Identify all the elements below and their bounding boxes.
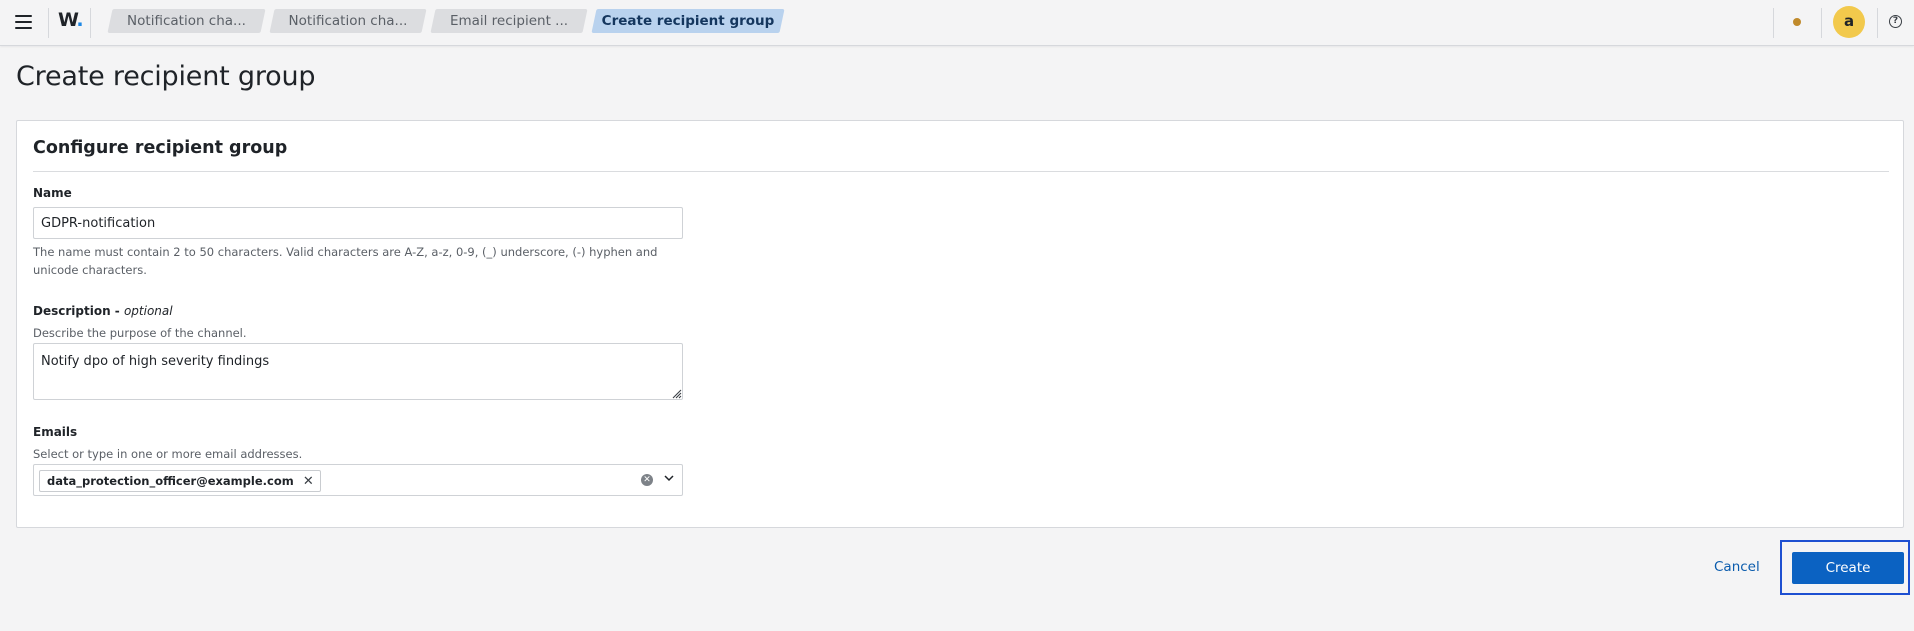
name-hint: The name must contain 2 to 50 characters…: [33, 245, 658, 277]
remove-chip-icon[interactable]: ✕: [303, 472, 314, 492]
panel-title: Configure recipient group: [33, 138, 288, 158]
help-icon[interactable]: ?: [1889, 15, 1902, 28]
email-chip: data_protection_officer@example.com ✕: [39, 470, 321, 492]
name-input[interactable]: [33, 207, 683, 239]
divider: [1821, 8, 1822, 38]
divider: [1773, 8, 1774, 38]
divider: [90, 8, 91, 38]
emails-multiselect[interactable]: data_protection_officer@example.com ✕ ✕: [33, 464, 683, 496]
resize-handle-icon[interactable]: [670, 387, 682, 399]
breadcrumb-notification-channel[interactable]: Notification cha...: [269, 9, 427, 33]
chevron-down-icon[interactable]: [662, 471, 676, 485]
app-logo[interactable]: W.: [58, 9, 84, 31]
description-textarea[interactable]: [33, 343, 683, 400]
name-label: Name: [33, 186, 72, 200]
description-hint: Describe the purpose of the channel.: [33, 326, 247, 340]
divider: [48, 8, 49, 38]
breadcrumb-create-recipient-group: Create recipient group: [591, 9, 785, 33]
cancel-button[interactable]: Cancel: [1714, 559, 1760, 575]
user-avatar[interactable]: a: [1833, 6, 1865, 38]
page-title: Create recipient group: [16, 61, 316, 92]
clear-icon[interactable]: ✕: [641, 474, 653, 486]
breadcrumb-notification-channels[interactable]: Notification cha...: [107, 9, 266, 33]
description-label: Description - optional: [33, 304, 173, 318]
divider: [33, 171, 1889, 172]
create-button[interactable]: Create: [1792, 552, 1904, 584]
divider: [1877, 8, 1878, 38]
status-indicator-icon[interactable]: [1793, 18, 1801, 26]
top-bar: W. Notification cha... Notification cha.…: [0, 0, 1914, 46]
emails-hint: Select or type in one or more email addr…: [33, 447, 303, 461]
breadcrumb-email-recipients[interactable]: Email recipient ...: [430, 9, 588, 33]
hamburger-menu-icon[interactable]: [12, 10, 36, 34]
description-wrapper: [33, 343, 683, 400]
emails-label: Emails: [33, 425, 78, 439]
configure-panel: Configure recipient group Name The name …: [16, 120, 1904, 528]
